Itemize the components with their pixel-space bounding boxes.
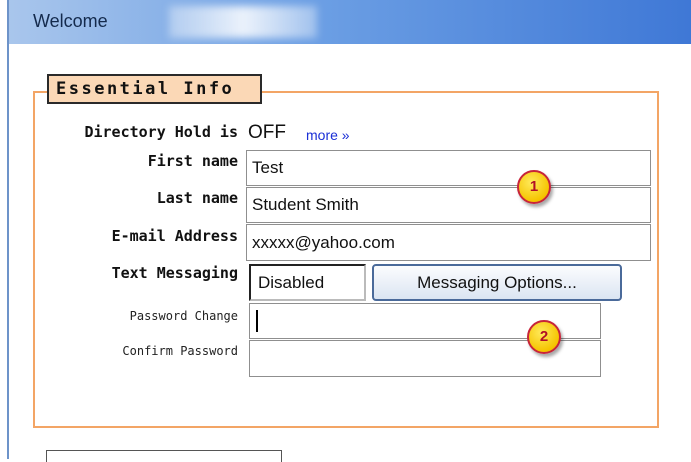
email-label: E-mail Address — [111, 227, 238, 245]
first-name-label: First name — [147, 152, 238, 170]
text-cursor — [256, 310, 258, 332]
password-change-label: Password Change — [129, 309, 238, 323]
directory-hold-value: OFF — [248, 122, 286, 143]
callout-1-badge: 1 — [517, 170, 551, 204]
directory-hold-label: Directory Hold is — [84, 123, 238, 141]
confirm-password-label: Confirm Password — [122, 344, 238, 358]
callout-2-badge: 2 — [527, 320, 561, 354]
more-link[interactable]: more » — [306, 127, 350, 143]
page-left-border — [7, 0, 9, 459]
text-messaging-label: Text Messaging — [111, 264, 238, 282]
email-input[interactable] — [246, 224, 651, 261]
essential-info-legend: Essential Info — [47, 74, 262, 104]
last-name-input[interactable] — [246, 187, 651, 223]
text-messaging-status-field — [249, 264, 366, 301]
last-name-label: Last name — [156, 189, 238, 207]
welcome-header: Welcome — [9, 0, 691, 44]
welcome-title: Welcome — [33, 11, 108, 31]
redacted-username — [169, 6, 317, 38]
bottom-partial-box — [46, 450, 282, 462]
messaging-options-button[interactable]: Messaging Options... — [372, 264, 622, 301]
first-name-input[interactable] — [246, 150, 651, 186]
